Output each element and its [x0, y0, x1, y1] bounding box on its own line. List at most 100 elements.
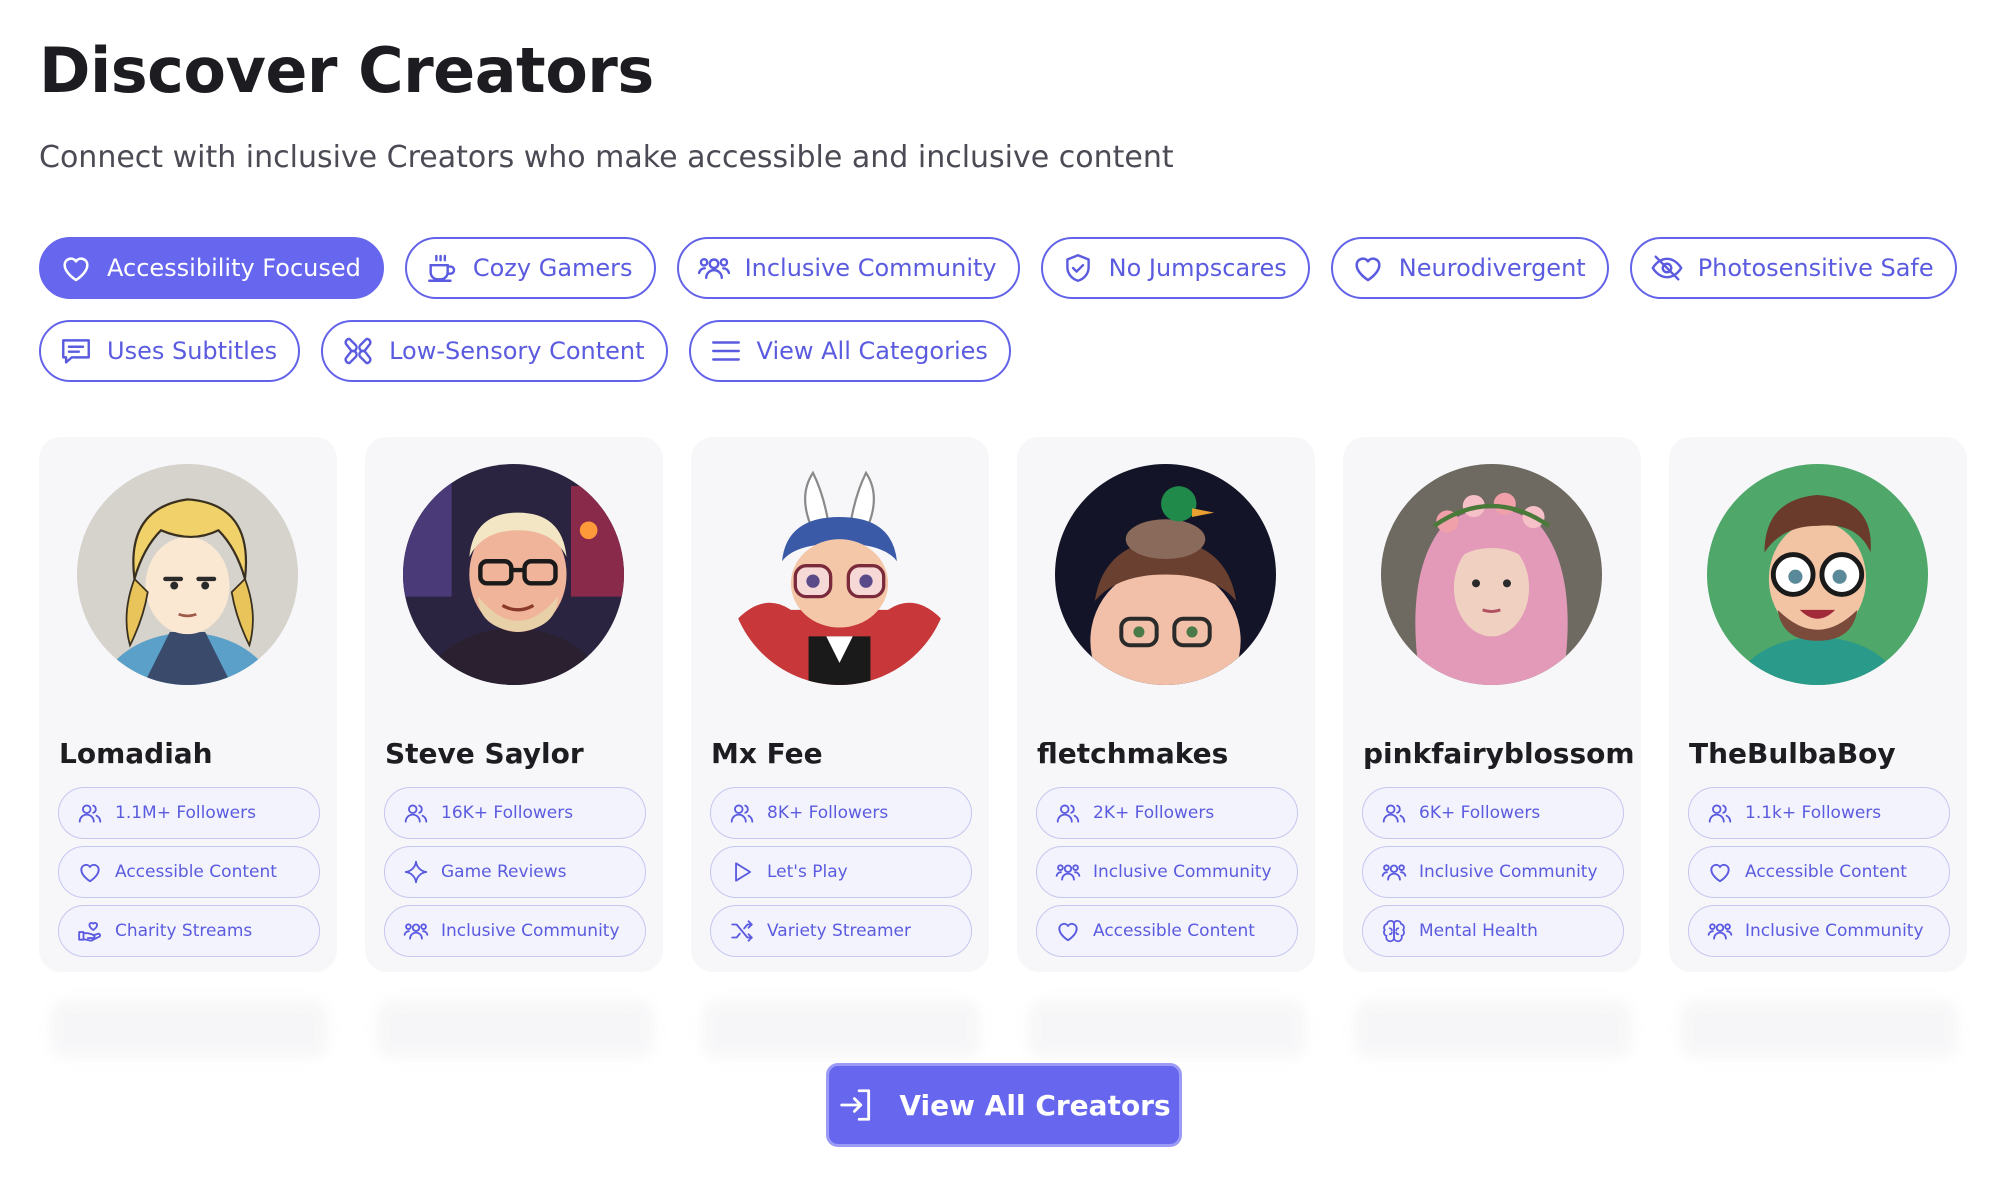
filter-no-jumpscares[interactable]: No Jumpscares [1040, 237, 1310, 299]
tag-label: 1.1M+ Followers [115, 803, 256, 823]
filter-label: Accessibility Focused [107, 254, 361, 282]
filter-label: View All Categories [756, 337, 988, 365]
sparkle-icon [403, 859, 429, 885]
creator-name[interactable]: fletchmakes [1037, 737, 1228, 770]
users-icon [403, 800, 429, 826]
filter-neurodivergent[interactable]: Neurodivergent [1330, 237, 1609, 299]
shuffle-icon [729, 918, 755, 944]
creator-name[interactable]: TheBulbaBoy [1689, 737, 1896, 770]
filter-view-all-categories[interactable]: View All Categories [688, 320, 1011, 382]
tag-followers: 6K+ Followers [1362, 787, 1624, 839]
creator-tags: 6K+ Followers Inclusive Community Mental… [1362, 787, 1624, 964]
creator-card[interactable]: Steve Saylor 16K+ Followers Game Reviews… [365, 437, 663, 972]
avatar[interactable] [1381, 464, 1602, 685]
tag-label: 6K+ Followers [1419, 803, 1541, 823]
low-sensory-icon [341, 334, 375, 368]
filter-uses-subtitles[interactable]: Uses Subtitles [39, 320, 301, 382]
page-subtitle: Connect with inclusive Creators who make… [39, 140, 1174, 175]
charity-hand-icon [77, 918, 103, 944]
tag-game-reviews[interactable]: Game Reviews [384, 846, 646, 898]
tag-accessible-content[interactable]: Accessible Content [58, 846, 320, 898]
tag-label: Accessible Content [1745, 862, 1907, 882]
avatar[interactable] [1707, 464, 1928, 685]
menu-icon [709, 334, 743, 368]
loading-placeholders [50, 1000, 1958, 1058]
creator-card[interactable]: Mx Fee 8K+ Followers Let's Play Variety … [691, 437, 989, 972]
creator-name[interactable]: Mx Fee [711, 737, 823, 770]
users-icon [1055, 800, 1081, 826]
filter-photosensitive-safe[interactable]: Photosensitive Safe [1629, 237, 1957, 299]
filter-row-2: Uses Subtitles Low-Sensory Content View … [39, 320, 1979, 382]
duck-on-head-avatar [1055, 464, 1276, 685]
users-icon [729, 800, 755, 826]
heart-icon [59, 251, 93, 285]
blonde-cartoon-avatar [77, 464, 298, 685]
tag-label: Let's Play [767, 862, 848, 882]
filter-accessibility-focused[interactable]: Accessibility Focused [39, 237, 384, 299]
creator-name[interactable]: Lomadiah [59, 737, 213, 770]
avatar[interactable] [77, 464, 298, 685]
creator-card[interactable]: Lomadiah 1.1M+ Followers Accessible Cont… [39, 437, 337, 972]
tag-label: Mental Health [1419, 921, 1538, 941]
filter-label: Neurodivergent [1398, 254, 1586, 282]
creator-grid: Lomadiah 1.1M+ Followers Accessible Cont… [39, 437, 1967, 972]
users-icon [1381, 800, 1407, 826]
heart-icon [1055, 918, 1081, 944]
tag-label: Charity Streams [115, 921, 253, 941]
tag-variety-streamer[interactable]: Variety Streamer [710, 905, 972, 957]
tag-followers: 1.1M+ Followers [58, 787, 320, 839]
view-all-creators-button[interactable]: View All Creators [826, 1063, 1182, 1147]
filter-cozy-gamers[interactable]: Cozy Gamers [404, 237, 656, 299]
play-icon [729, 859, 755, 885]
creator-tags: 8K+ Followers Let's Play Variety Streame… [710, 787, 972, 964]
sign-in-arrow-icon [837, 1086, 875, 1124]
creator-card[interactable]: pinkfairyblossom 6K+ Followers Inclusive… [1343, 437, 1641, 972]
tag-inclusive-community[interactable]: Inclusive Community [1362, 846, 1624, 898]
avatar[interactable] [1055, 464, 1276, 685]
filter-label: Cozy Gamers [472, 254, 633, 282]
tag-charity-streams[interactable]: Charity Streams [58, 905, 320, 957]
tag-accessible-content[interactable]: Accessible Content [1688, 846, 1950, 898]
filter-row-1: Accessibility Focused Cozy Gamers Inclus… [39, 237, 1979, 299]
subtitles-icon [59, 334, 93, 368]
filter-low-sensory-content[interactable]: Low-Sensory Content [321, 320, 668, 382]
creator-name[interactable]: Steve Saylor [385, 737, 584, 770]
card-placeholder [1028, 1000, 1306, 1058]
tag-accessible-content[interactable]: Accessible Content [1036, 905, 1298, 957]
tag-label: Accessible Content [1093, 921, 1255, 941]
tag-label: Game Reviews [441, 862, 567, 882]
tag-mental-health[interactable]: Mental Health [1362, 905, 1624, 957]
tag-label: 2K+ Followers [1093, 803, 1215, 823]
cartoon-glasses-green-avatar [1707, 464, 1928, 685]
tag-label: 8K+ Followers [767, 803, 889, 823]
filter-label: Uses Subtitles [107, 337, 278, 365]
tag-label: Inclusive Community [441, 921, 620, 941]
button-label: View All Creators [899, 1088, 1171, 1122]
card-placeholder [376, 1000, 654, 1058]
category-filters: Accessibility Focused Cozy Gamers Inclus… [39, 237, 1979, 403]
filter-label: Low-Sensory Content [389, 337, 645, 365]
users-icon [1707, 800, 1733, 826]
avatar[interactable] [729, 464, 950, 685]
community-icon [697, 251, 731, 285]
tag-followers: 8K+ Followers [710, 787, 972, 839]
community-icon [1055, 859, 1081, 885]
tag-label: 1.1k+ Followers [1745, 803, 1882, 823]
heart-icon [1707, 859, 1733, 885]
tag-lets-play[interactable]: Let's Play [710, 846, 972, 898]
tag-inclusive-community[interactable]: Inclusive Community [1688, 905, 1950, 957]
creator-tags: 16K+ Followers Game Reviews Inclusive Co… [384, 787, 646, 964]
card-placeholder [50, 1000, 328, 1058]
creator-card[interactable]: TheBulbaBoy 1.1k+ Followers Accessible C… [1669, 437, 1967, 972]
community-icon [1381, 859, 1407, 885]
tag-inclusive-community[interactable]: Inclusive Community [1036, 846, 1298, 898]
tag-inclusive-community[interactable]: Inclusive Community [384, 905, 646, 957]
filter-inclusive-community[interactable]: Inclusive Community [676, 237, 1020, 299]
community-icon [403, 918, 429, 944]
page-title: Discover Creators [39, 34, 654, 107]
creator-name[interactable]: pinkfairyblossom [1363, 737, 1635, 770]
creator-card[interactable]: fletchmakes 2K+ Followers Inclusive Comm… [1017, 437, 1315, 972]
eye-off-icon [1650, 251, 1684, 285]
avatar[interactable] [403, 464, 624, 685]
tag-label: Inclusive Community [1093, 862, 1272, 882]
